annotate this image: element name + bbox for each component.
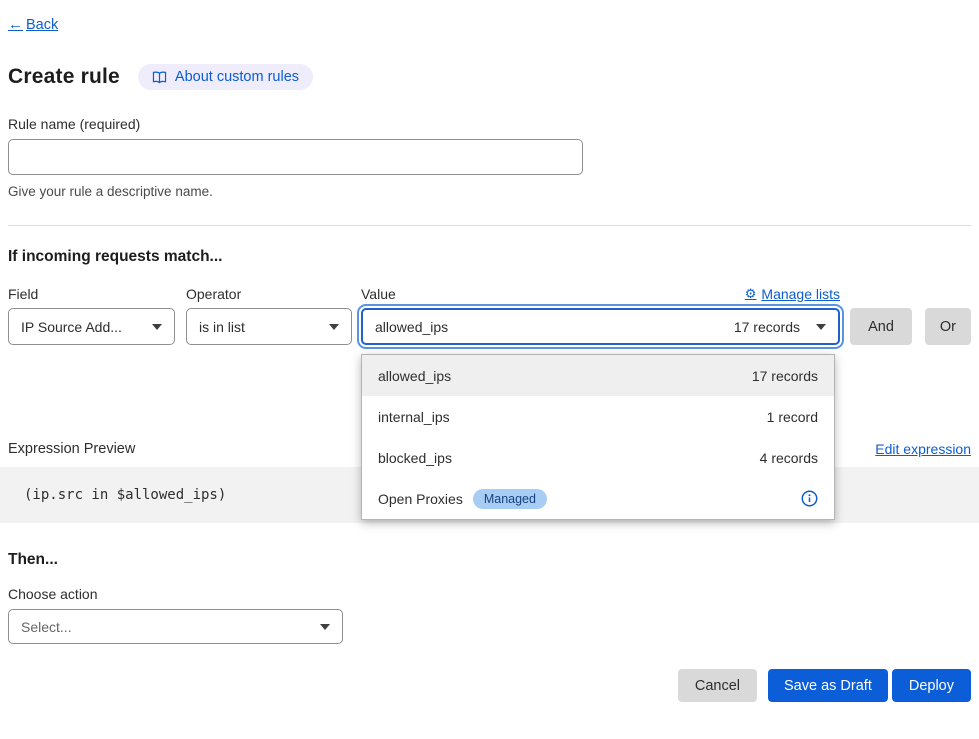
info-icon[interactable] [801, 490, 818, 507]
operator-select[interactable]: is in list [186, 308, 352, 345]
back-arrow-icon: ← [8, 16, 23, 33]
rule-name-helper: Give your rule a descriptive name. [8, 184, 971, 199]
manage-lists-link[interactable]: ⚙ Manage lists [745, 286, 840, 302]
rule-name-input[interactable] [8, 139, 583, 175]
action-select[interactable]: Select... [8, 609, 343, 644]
value-select-wrap: allowed_ips 17 records allowed_ips 17 re… [361, 308, 840, 345]
list-record-count: 4 records [760, 450, 818, 466]
create-rule-page: ← Back Create rule About custom rules Ru… [0, 0, 979, 739]
back-link[interactable]: ← Back [8, 16, 58, 33]
section-divider [8, 225, 971, 226]
dropdown-item-open-proxies[interactable]: Open Proxies Managed [362, 478, 834, 519]
about-custom-rules-label: About custom rules [175, 69, 299, 85]
then-section-heading: Then... [8, 551, 971, 569]
rule-name-block: Rule name (required) Give your rule a de… [8, 116, 971, 199]
deploy-button[interactable]: Deploy [892, 669, 971, 702]
save-as-draft-button[interactable]: Save as Draft [768, 669, 888, 702]
managed-badge: Managed [473, 489, 547, 509]
page-title: Create rule [8, 65, 120, 89]
dropdown-item-internal-ips[interactable]: internal_ips 1 record [362, 396, 834, 437]
match-labels-row: Field Operator Value ⚙ Manage lists [8, 286, 971, 302]
field-selected-value: IP Source Add... [21, 319, 122, 335]
rule-name-label: Rule name (required) [8, 116, 971, 132]
list-name: blocked_ips [378, 450, 452, 466]
about-custom-rules-link[interactable]: About custom rules [138, 64, 313, 90]
value-label: Value [361, 286, 396, 302]
chevron-down-icon [152, 324, 162, 330]
chevron-down-icon [329, 324, 339, 330]
expression-preview-label: Expression Preview [8, 441, 135, 457]
operator-selected-value: is in list [199, 319, 245, 335]
value-select[interactable]: allowed_ips 17 records [361, 308, 840, 345]
list-name: Open Proxies [378, 491, 463, 507]
action-selected-value: Select... [21, 619, 72, 635]
manage-lists-label: Manage lists [761, 286, 840, 302]
match-controls-row: IP Source Add... is in list allowed_ips … [8, 308, 971, 345]
title-row: Create rule About custom rules [8, 64, 971, 90]
dropdown-item-allowed-ips[interactable]: allowed_ips 17 records [362, 355, 834, 396]
chevron-down-icon [320, 624, 330, 630]
field-select[interactable]: IP Source Add... [8, 308, 175, 345]
value-records-count: 17 records [734, 319, 800, 335]
choose-action-label: Choose action [8, 586, 971, 602]
dropdown-item-blocked-ips[interactable]: blocked_ips 4 records [362, 437, 834, 478]
edit-expression-link[interactable]: Edit expression [875, 441, 971, 457]
back-label: Back [26, 17, 58, 33]
chevron-down-icon [816, 324, 826, 330]
lists-dropdown-menu: allowed_ips 17 records internal_ips 1 re… [361, 354, 835, 520]
list-name: internal_ips [378, 409, 450, 425]
match-section-heading: If incoming requests match... [8, 248, 971, 266]
operator-label: Operator [186, 286, 361, 302]
footer-actions: Cancel Save as Draft Deploy [8, 669, 971, 702]
value-selected-value: allowed_ips [375, 319, 448, 335]
field-label: Field [8, 286, 186, 302]
or-button[interactable]: Or [925, 308, 971, 345]
book-icon [152, 71, 167, 84]
list-record-count: 17 records [752, 368, 818, 384]
gear-icon: ⚙ [745, 286, 757, 302]
cancel-button[interactable]: Cancel [678, 669, 757, 702]
and-button[interactable]: And [850, 308, 912, 345]
list-name: allowed_ips [378, 368, 451, 384]
list-record-count: 1 record [767, 409, 818, 425]
expression-code: (ip.src in $allowed_ips) [24, 487, 226, 503]
